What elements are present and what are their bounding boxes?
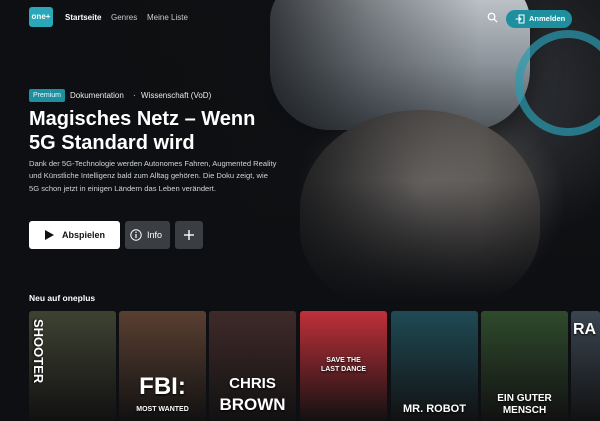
premium-badge: Premium bbox=[29, 89, 66, 102]
poster-subtitle: LAST DANCE bbox=[320, 366, 367, 373]
poster-title: FBI: bbox=[139, 373, 186, 400]
hero-title: Magisches Netz – Wenn 5G Standard wird bbox=[29, 107, 309, 155]
poster-title: MR. ROBOT bbox=[403, 403, 466, 415]
search-icon[interactable] bbox=[487, 12, 498, 23]
top-navigation: one+ Startseite Genres Meine Liste Anmel… bbox=[0, 0, 600, 38]
poster-save-the-last-dance[interactable]: SAVE THE LAST DANCE bbox=[300, 311, 387, 421]
nav-meine-liste[interactable]: Meine Liste bbox=[147, 13, 188, 22]
hero-description: Dank der 5G-Technologie werden Autonomes… bbox=[29, 159, 277, 193]
login-label: Anmelden bbox=[529, 14, 566, 23]
info-button[interactable]: Info bbox=[125, 221, 170, 249]
oneplus-logo[interactable]: one+ bbox=[29, 7, 53, 27]
hero-title-line2: 5G Standard wird bbox=[29, 132, 195, 154]
poster-subtitle: MOST WANTED bbox=[136, 406, 189, 413]
info-icon bbox=[130, 229, 142, 241]
poster-mr-robot[interactable]: MR. ROBOT bbox=[391, 311, 478, 421]
poster-partial[interactable]: RA bbox=[571, 311, 600, 421]
poster-title: RA bbox=[573, 321, 597, 338]
add-to-list-button[interactable] bbox=[175, 221, 203, 249]
nav-startseite[interactable]: Startseite bbox=[65, 13, 101, 22]
poster-shooter[interactable]: SHOOTER bbox=[29, 311, 116, 421]
poster-title: SHOOTER bbox=[31, 319, 46, 384]
meta-separator: · bbox=[133, 91, 136, 100]
poster-title: CHRIS bbox=[229, 375, 276, 392]
hero-title-line1: Magisches Netz – Wenn bbox=[29, 108, 256, 130]
login-button[interactable]: Anmelden bbox=[506, 10, 572, 28]
poster-ein-guter-mensch[interactable]: EIN GUTER MENSCH bbox=[481, 311, 568, 421]
info-label: Info bbox=[147, 230, 163, 240]
poster-chris-brown[interactable]: CHRIS BROWN bbox=[209, 311, 296, 421]
poster-fbi-most-wanted[interactable]: FBI: MOST WANTED bbox=[119, 311, 206, 421]
play-icon bbox=[45, 230, 54, 240]
logo-text: one bbox=[31, 12, 46, 21]
hero-category: Dokumentation bbox=[70, 91, 124, 100]
login-icon bbox=[515, 14, 525, 24]
row-title: Neu auf oneplus bbox=[29, 293, 96, 303]
poster-title: EIN GUTER bbox=[497, 393, 552, 404]
nav-genres[interactable]: Genres bbox=[111, 13, 137, 22]
play-button[interactable]: Abspielen bbox=[29, 221, 120, 249]
play-label: Abspielen bbox=[62, 230, 106, 240]
plus-icon bbox=[184, 230, 194, 240]
poster-subtitle: MENSCH bbox=[502, 405, 547, 416]
poster-subtitle: BROWN bbox=[219, 395, 286, 414]
poster-title: SAVE THE bbox=[326, 357, 361, 364]
hero-genre: Wissenschaft (VoD) bbox=[141, 91, 212, 100]
